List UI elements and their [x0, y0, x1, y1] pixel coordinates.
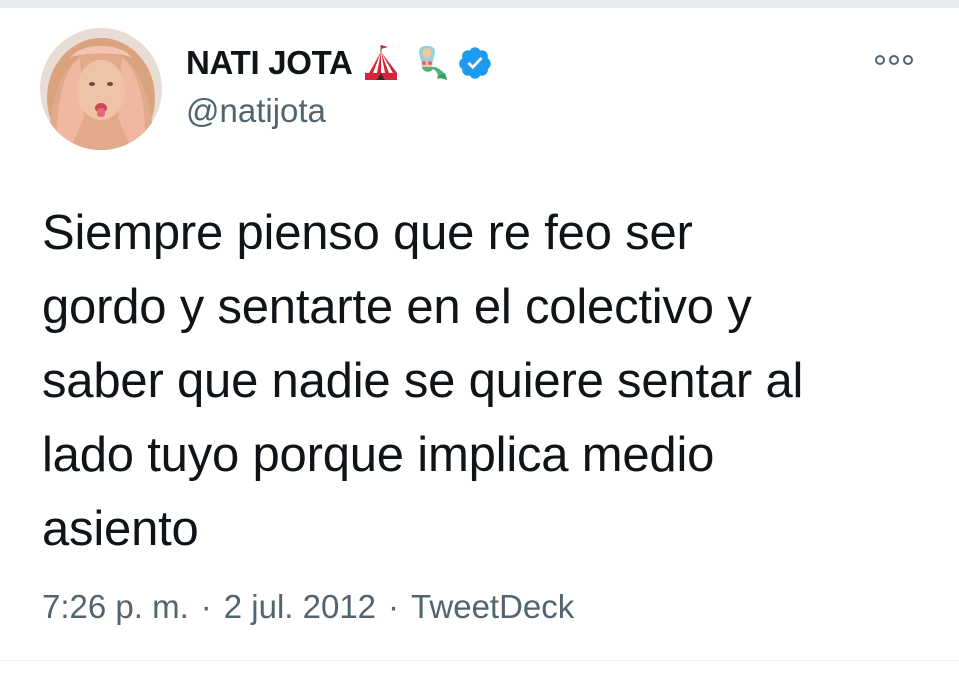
user-handle[interactable]: @natijota: [186, 92, 326, 130]
mermaid-icon: [409, 43, 449, 83]
bottom-divider: [0, 660, 959, 661]
more-options-button[interactable]: [866, 44, 922, 76]
tweet-card: NATI JOTA @natijota Siempre pienso que r…: [0, 0, 959, 674]
more-dot-icon: [889, 55, 899, 65]
circus-tent-icon: [361, 43, 401, 83]
tweet-text: Siempre pienso que re feo ser gordo y se…: [42, 206, 804, 556]
top-divider: [0, 0, 959, 8]
name-row: NATI JOTA: [186, 38, 493, 88]
meta-separator: ·: [388, 588, 400, 625]
tweet-metadata: 7:26 p. m. · 2 jul. 2012 · TweetDeck: [42, 588, 574, 626]
tweet-source[interactable]: TweetDeck: [411, 588, 574, 626]
meta-separator: ·: [200, 588, 212, 625]
display-name[interactable]: NATI JOTA: [186, 44, 353, 82]
more-dot-icon: [903, 55, 913, 65]
tweet-time[interactable]: 7:26 p. m.: [42, 588, 189, 626]
tweet-date[interactable]: 2 jul. 2012: [224, 588, 376, 626]
verified-badge-icon: [457, 45, 493, 81]
avatar[interactable]: [40, 28, 162, 150]
more-dot-icon: [875, 55, 885, 65]
